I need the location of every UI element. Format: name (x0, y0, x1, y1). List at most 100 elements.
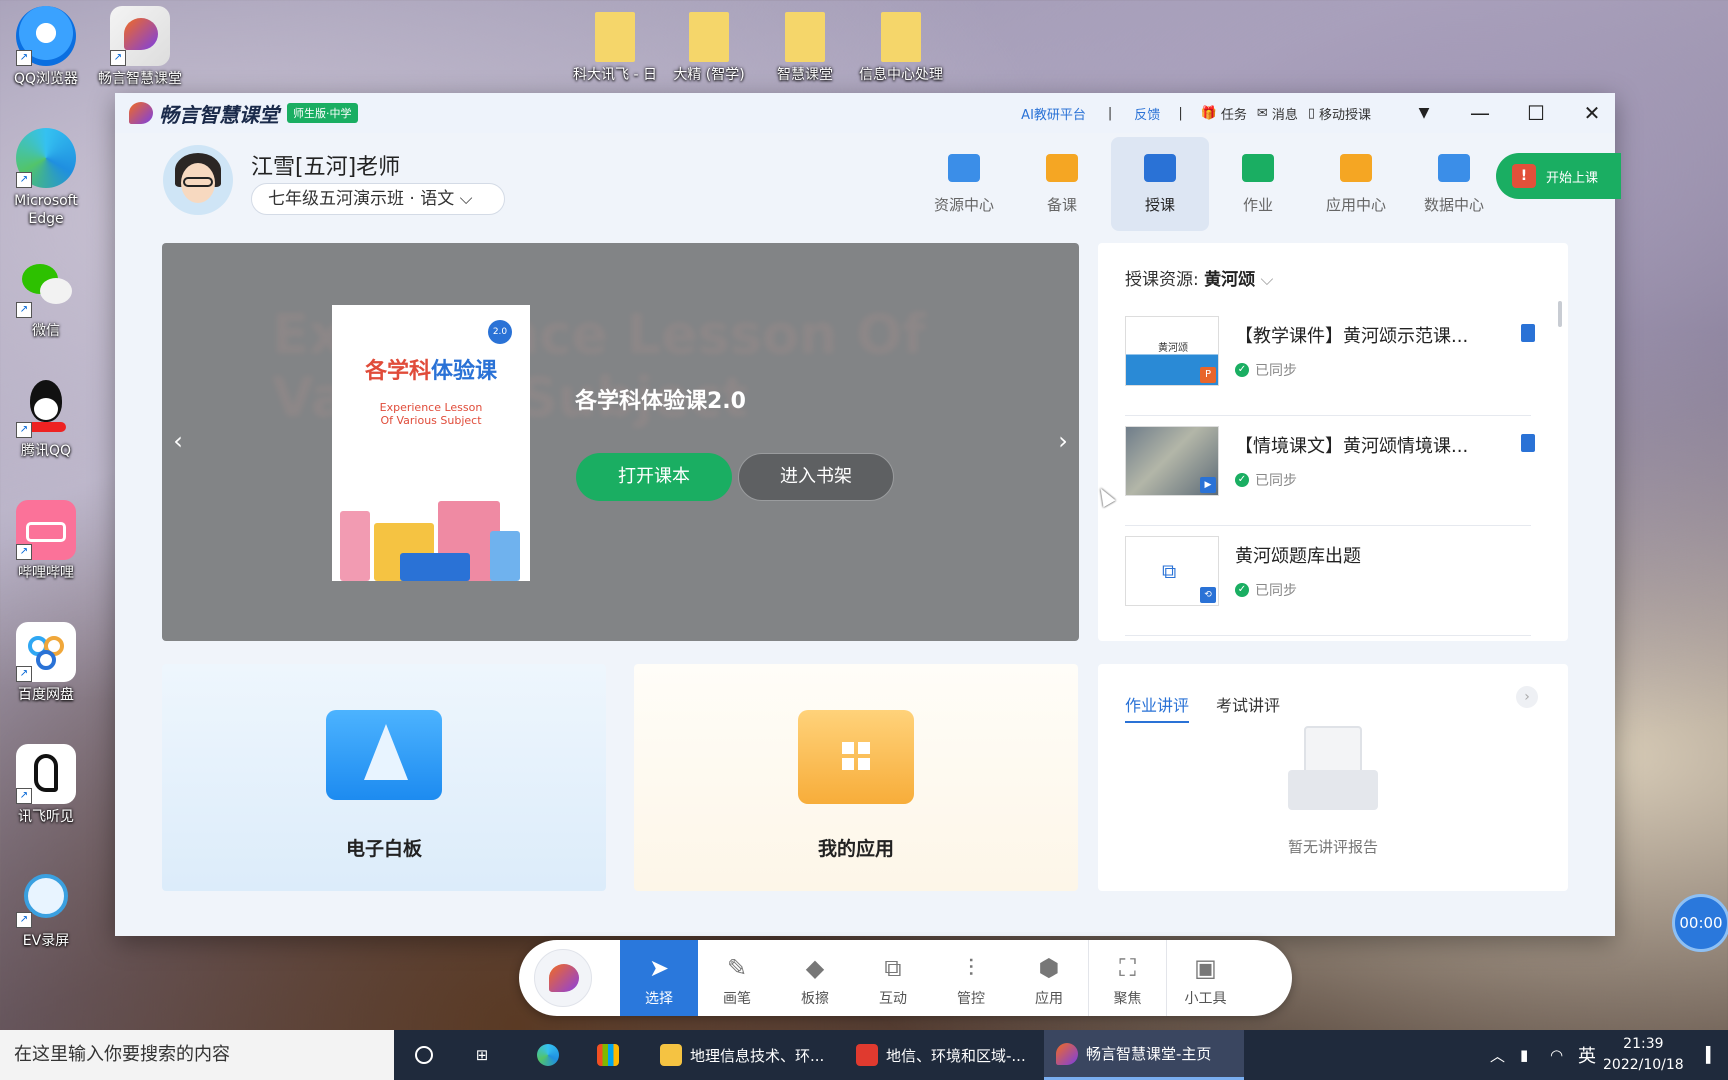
resource-item[interactable]: ⧉ ⟲ 黄河颂题库出题 ✓ 已同步 (1125, 536, 1531, 636)
start-class-button[interactable]: ! 开始上课 (1496, 153, 1621, 199)
taskbar-app-label: 地信、环境和区域-... (886, 1046, 1026, 1065)
nav-app-center[interactable]: 应用中心 (1307, 137, 1405, 231)
book-mark-icon[interactable] (1521, 324, 1535, 342)
nav-homework[interactable]: 作业 (1209, 137, 1307, 231)
desktop-icon-edge[interactable]: ↗ Microsoft Edge (1, 128, 91, 228)
tool-select[interactable]: ➤ 选择 (620, 940, 698, 1016)
sync-label: 已同步 (1255, 473, 1297, 489)
tool-interact[interactable]: ⧉ 互动 (854, 940, 932, 1016)
ime-indicator[interactable]: 英 (1578, 1030, 1596, 1080)
tray-chevron-up-icon[interactable]: ︿ (1490, 1030, 1505, 1080)
check-circle-icon: ✓ (1235, 473, 1249, 487)
usb-icon[interactable]: ▮ (1520, 1030, 1528, 1080)
desktop-icon-baidu-netdisk[interactable]: ↗ 百度网盘 (1, 622, 91, 704)
my-apps-card[interactable]: 我的应用 (634, 664, 1078, 891)
desktop-icon-ev-recorder[interactable]: ↗ EV录屏 (1, 868, 91, 950)
header: 江雪[五河]老师 七年级五河演示班 · 语文 ⌵ 资源中心 备课 授课 作业 应… (115, 133, 1621, 233)
task-view-icon: ⊞ (475, 1046, 489, 1064)
teacher-name: 江雪[五河]老师 (251, 155, 401, 180)
taskbar-store[interactable] (580, 1030, 636, 1080)
scrollbar[interactable] (1558, 301, 1562, 327)
class-select[interactable]: 七年级五河演示班 · 语文 ⌵ (251, 183, 505, 215)
tool-control[interactable]: ⫶ 管控 (932, 940, 1010, 1016)
tool-pen[interactable]: ✎ 画笔 (698, 940, 776, 1016)
taskbar-app[interactable]: 畅言智慧课堂-主页 (1044, 1030, 1244, 1080)
nav-resource-center[interactable]: 资源中心 (915, 137, 1013, 231)
interact-icon: ⧉ (884, 954, 902, 982)
clock[interactable]: 21:39 2022/10/18 (1603, 1034, 1684, 1076)
wifi-icon[interactable]: ◠ (1550, 1030, 1563, 1080)
nav-prepare[interactable]: 备课 (1013, 137, 1111, 231)
taskbar-search-input[interactable]: 在这里输入你要搜索的内容 (0, 1030, 394, 1080)
changyan-menu-button[interactable] (534, 949, 592, 1007)
chevron-down-icon: ⌵ (459, 189, 473, 209)
nav-data-center[interactable]: 数据中心 (1405, 137, 1503, 231)
taskbar-edge[interactable] (520, 1030, 576, 1080)
chevron-left-icon[interactable]: ‹ (162, 419, 194, 463)
divider: | (1107, 105, 1113, 121)
tool-eraser[interactable]: ◆ 板擦 (776, 940, 854, 1016)
book-mark-icon[interactable] (1521, 434, 1535, 452)
tool-label: 聚焦 (1113, 991, 1142, 1007)
tab-exam-review[interactable]: 考试讲评 (1216, 692, 1280, 716)
message-menu[interactable]: ✉ 消息 (1257, 104, 1298, 123)
desktop-file[interactable]: 智慧课堂 (760, 12, 850, 84)
ai-platform-link[interactable]: AI教研平台 (1021, 104, 1086, 123)
desktop-icon-label: 哔哩哔哩 (18, 565, 74, 581)
desktop-icon-qq-browser[interactable]: ↗ QQ浏览器 (1, 6, 91, 88)
close-button[interactable]: ✕ (1569, 93, 1615, 133)
desktop-file[interactable]: 信息中心处理 (856, 12, 946, 84)
clock-time: 21:39 (1623, 1036, 1664, 1052)
desktop-icon-changyan[interactable]: ↗ 畅言智慧课堂 (95, 6, 185, 88)
task-menu[interactable]: 🎁 任务 (1201, 104, 1247, 123)
desktop-icon-qq[interactable]: ↗ 腾讯QQ (1, 378, 91, 460)
taskbar-app[interactable]: 地理信息技术、环... (648, 1030, 838, 1080)
tool-focus[interactable]: ⛶ 聚焦 (1088, 940, 1166, 1016)
folder-doc-icon (595, 12, 635, 62)
message-label: 消息 (1271, 107, 1298, 123)
tool-label: 选择 (645, 991, 673, 1007)
taskbar-app-label: 地理信息技术、环... (690, 1046, 825, 1065)
resource-name: 【情境课文】黄河颂情境课... (1235, 436, 1469, 457)
tool-apps[interactable]: ⬢ 应用 (1010, 940, 1088, 1016)
desktop-icon-wechat[interactable]: ↗ 微信 (1, 258, 91, 340)
class-timer[interactable]: 00:00 (1672, 894, 1728, 952)
desktop-icon-bilibili[interactable]: ↗ 哔哩哔哩 (1, 500, 91, 582)
task-view-button[interactable]: ⊞ (462, 1030, 502, 1080)
maximize-button[interactable]: ☐ (1513, 93, 1559, 133)
tool-label: 管控 (957, 991, 985, 1007)
avatar[interactable] (163, 145, 233, 215)
cover-subtitle-2: Of Various Subject (380, 414, 482, 427)
resource-item[interactable]: ▶ 【情境课文】黄河颂情境课... ✓ 已同步 (1125, 426, 1535, 526)
quiz-icon: ⟲ (1200, 587, 1216, 603)
whiteboard-card[interactable]: 电子白板 (162, 664, 606, 891)
taskbar-app[interactable]: 地信、环境和区域-... (844, 1030, 1040, 1080)
open-textbook-button[interactable]: 打开课本 (576, 453, 732, 501)
ev-recorder-icon: ↗ (16, 868, 76, 928)
desktop-icon-iflytek[interactable]: ↗ 讯飞听见 (1, 744, 91, 826)
tool-toolbox[interactable]: ▣ 小工具 (1166, 940, 1244, 1016)
feedback-link[interactable]: 反馈 (1134, 104, 1160, 123)
tool-label: 板擦 (801, 991, 829, 1007)
nav-teach[interactable]: 授课 (1111, 137, 1209, 231)
changyan-icon: ↗ (110, 6, 170, 66)
tab-homework-review[interactable]: 作业讲评 (1125, 692, 1190, 723)
mobile-teach-menu[interactable]: ▯ 移动授课 (1308, 104, 1371, 123)
desktop-file[interactable]: 科大讯飞 - 日 (570, 12, 660, 84)
resource-name: 黄河颂题库出题 (1235, 546, 1361, 567)
cortana-button[interactable] (404, 1030, 444, 1080)
store-icon (597, 1044, 619, 1066)
resources-topic: 黄河颂 (1204, 270, 1256, 290)
chevron-right-icon[interactable]: › (1047, 419, 1079, 463)
minimize-button[interactable]: — (1457, 93, 1503, 133)
notification-icon[interactable]: ▍ (1706, 1030, 1718, 1080)
resource-item[interactable]: 黄河颂 P 【教学课件】黄河颂示范课... ✓ 已同步 (1125, 316, 1535, 416)
enter-bookshelf-button[interactable]: 进入书架 (738, 453, 894, 501)
resources-title[interactable]: 授课资源: 黄河颂 ⌵ (1125, 265, 1273, 290)
desktop-file[interactable]: 大精 (智学) (664, 12, 754, 84)
chevron-right-icon[interactable]: › (1516, 686, 1538, 708)
cover-subtitle: Experience Lesson Of Various Subject (332, 401, 530, 427)
pen-icon: ✎ (726, 954, 748, 982)
book-cover[interactable]: 2.0 各学科体验课 Experience Lesson Of Various S… (332, 305, 530, 581)
dropdown-menu-button[interactable]: ▼ (1401, 93, 1447, 133)
